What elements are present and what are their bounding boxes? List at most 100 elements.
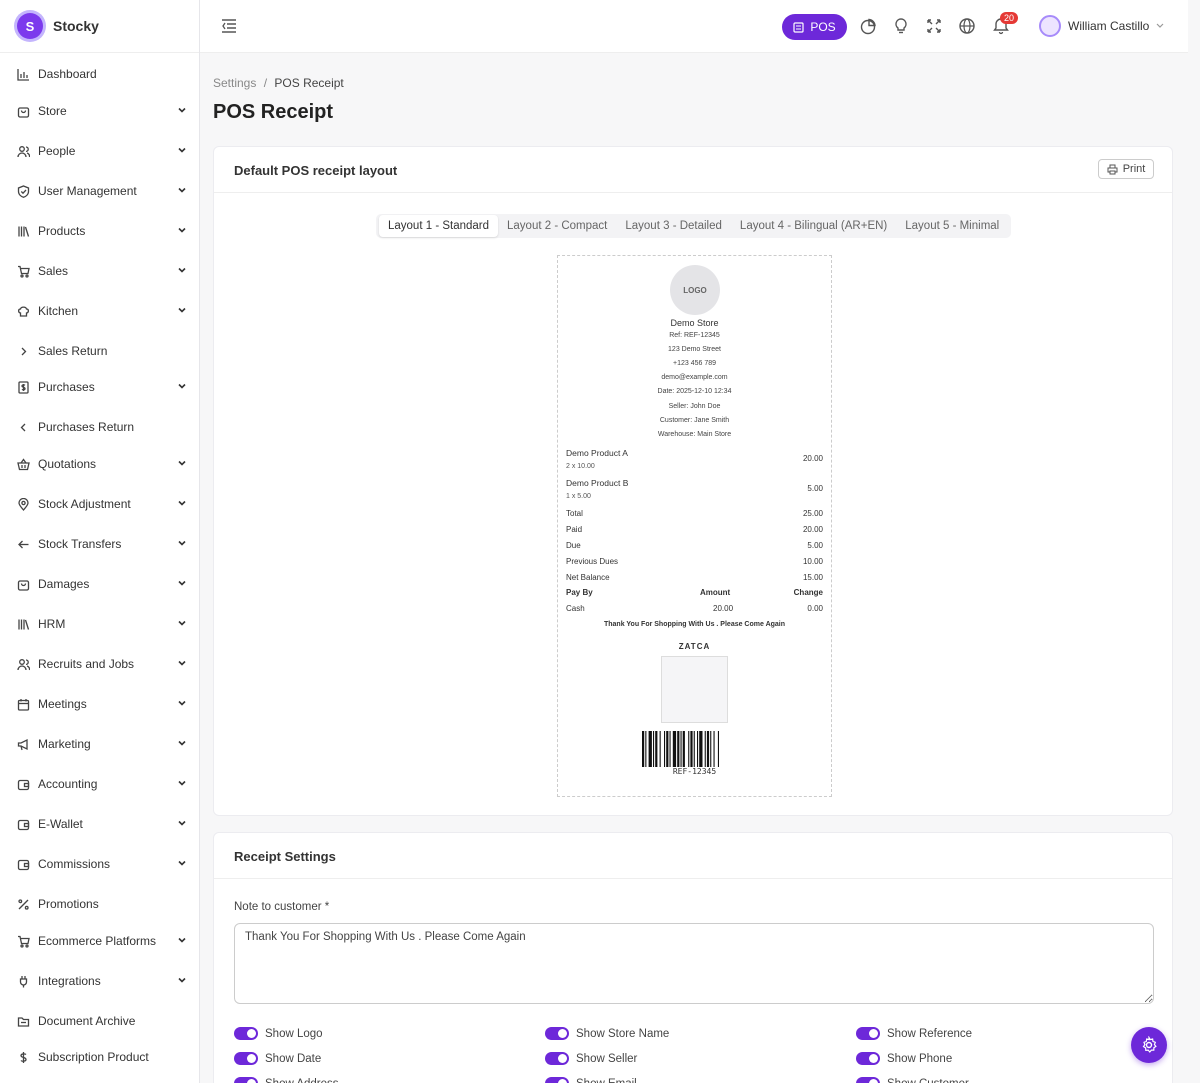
chevron-down-icon[interactable] — [176, 537, 188, 549]
chevron-down-icon[interactable] — [176, 697, 188, 709]
tab-layout-5[interactable]: Layout 5 - Minimal — [896, 215, 1008, 237]
sidebar-item-user-management[interactable]: User Management — [0, 180, 199, 202]
chevron-down-icon[interactable] — [176, 380, 188, 392]
toggle-show-address[interactable]: Show Address — [234, 1077, 339, 1083]
barcode-bar — [664, 731, 666, 767]
toggle-switch[interactable] — [234, 1027, 258, 1040]
pie-chart-icon[interactable] — [859, 17, 877, 35]
sidebar-item-purchases-return[interactable]: Purchases Return — [0, 416, 199, 438]
settings-fab[interactable] — [1131, 1027, 1167, 1063]
sidebar-item-recruits-and-jobs[interactable]: Recruits and Jobs — [0, 653, 199, 675]
chevron-down-icon[interactable] — [176, 144, 188, 156]
toggle-show-reference[interactable]: Show Reference — [856, 1027, 972, 1040]
tab-layout-2[interactable]: Layout 2 - Compact — [498, 215, 616, 237]
chevron-down-icon[interactable] — [176, 934, 188, 946]
chevron-down-icon[interactable] — [176, 264, 188, 276]
toggle-show-email[interactable]: Show Email — [545, 1077, 637, 1083]
map-pin-icon — [17, 497, 30, 511]
chevron-down-icon[interactable] — [1155, 21, 1165, 31]
sidebar-item-sales-return[interactable]: Sales Return — [0, 340, 199, 362]
scrollbar[interactable] — [1188, 0, 1200, 1083]
avatar[interactable] — [1039, 15, 1061, 37]
chevron-down-icon[interactable] — [176, 974, 188, 986]
sidebar-item-products[interactable]: Products — [0, 220, 199, 242]
receipt-total-row: Due 5.00 — [566, 541, 823, 553]
fullscreen-icon[interactable] — [925, 17, 943, 35]
lightbulb-icon[interactable] — [892, 17, 910, 35]
sidebar-item-document-archive[interactable]: Document Archive — [0, 1010, 199, 1032]
sidebar-item-people[interactable]: People — [0, 140, 199, 162]
breadcrumb-parent[interactable]: Settings — [213, 76, 256, 90]
toggle-label: Show Seller — [576, 1052, 638, 1065]
pos-button[interactable]: POS — [782, 14, 847, 40]
toggle-show-logo[interactable]: Show Logo — [234, 1027, 323, 1040]
toggle-switch[interactable] — [545, 1027, 569, 1040]
chevron-down-icon[interactable] — [176, 184, 188, 196]
users-icon — [17, 145, 30, 158]
toggle-show-date[interactable]: Show Date — [234, 1052, 321, 1065]
sidebar-item-kitchen[interactable]: Kitchen — [0, 300, 199, 322]
barcode-bar — [669, 731, 671, 767]
sidebar-item-store[interactable]: Store — [0, 100, 199, 122]
toggle-switch[interactable] — [545, 1077, 569, 1083]
amount-header: Amount — [700, 588, 731, 597]
sidebar-item-commissions[interactable]: Commissions — [0, 853, 199, 875]
change-value: 0.00 — [807, 604, 823, 613]
chevron-right-icon — [17, 345, 30, 358]
sidebar-item-dashboard[interactable]: Dashboard — [0, 63, 199, 85]
sidebar-item-sales[interactable]: Sales — [0, 260, 199, 282]
note-to-customer-input[interactable] — [234, 923, 1154, 1004]
chevron-down-icon[interactable] — [176, 777, 188, 789]
shield-icon — [17, 184, 30, 198]
chevron-down-icon[interactable] — [176, 657, 188, 669]
toggle-show-phone[interactable]: Show Phone — [856, 1052, 952, 1065]
sidebar-item-stock-transfers[interactable]: Stock Transfers — [0, 533, 199, 555]
toggle-switch[interactable] — [856, 1052, 880, 1065]
chevron-down-icon[interactable] — [176, 497, 188, 509]
toggle-switch[interactable] — [856, 1027, 880, 1040]
sidebar-item-promotions[interactable]: Promotions — [0, 893, 199, 915]
toggle-show-seller[interactable]: Show Seller — [545, 1052, 637, 1065]
sidebar-item-hrm[interactable]: HRM — [0, 613, 199, 635]
sidebar-item-accounting[interactable]: Accounting — [0, 773, 199, 795]
toggle-show-store-name[interactable]: Show Store Name — [545, 1027, 669, 1040]
toggle-switch[interactable] — [234, 1077, 258, 1083]
toggle-label: Show Email — [576, 1078, 637, 1083]
barcode-bar — [659, 731, 661, 767]
toggle-switch[interactable] — [234, 1052, 258, 1065]
chevron-down-icon[interactable] — [176, 737, 188, 749]
chevron-down-icon[interactable] — [176, 577, 188, 589]
chevron-down-icon[interactable] — [176, 617, 188, 629]
print-button[interactable]: Print — [1098, 159, 1154, 179]
tab-layout-3[interactable]: Layout 3 - Detailed — [616, 215, 731, 237]
menu-toggle-icon[interactable] — [220, 17, 238, 35]
sidebar-item-label: Products — [38, 224, 86, 238]
sidebar-item-integrations[interactable]: Integrations — [0, 970, 199, 992]
sidebar-item-ecommerce-platforms[interactable]: Ecommerce Platforms — [0, 930, 199, 952]
globe-icon[interactable] — [958, 17, 976, 35]
toggle-switch[interactable] — [856, 1077, 880, 1083]
sidebar-item-meetings[interactable]: Meetings — [0, 693, 199, 715]
sidebar-item-quotations[interactable]: Quotations — [0, 453, 199, 475]
sidebar-item-subscription-product[interactable]: Subscription Product — [0, 1046, 199, 1068]
chevron-down-icon[interactable] — [176, 224, 188, 236]
sidebar-item-marketing[interactable]: Marketing — [0, 733, 199, 755]
chevron-down-icon[interactable] — [176, 817, 188, 829]
chevron-down-icon[interactable] — [176, 304, 188, 316]
chevron-down-icon[interactable] — [176, 457, 188, 469]
plug-icon — [17, 975, 30, 988]
change-header: Change — [793, 588, 823, 597]
sidebar-item-e-wallet[interactable]: E-Wallet — [0, 813, 199, 835]
toggle-switch[interactable] — [545, 1052, 569, 1065]
chevron-down-icon[interactable] — [176, 857, 188, 869]
brand[interactable]: S Stocky — [0, 0, 199, 53]
sidebar-item-stock-adjustment[interactable]: Stock Adjustment — [0, 493, 199, 515]
sidebar-item-damages[interactable]: Damages — [0, 573, 199, 595]
tab-layout-4[interactable]: Layout 4 - Bilingual (AR+EN) — [731, 215, 896, 237]
chevron-down-icon[interactable] — [176, 104, 188, 116]
sidebar-item-purchases[interactable]: Purchases — [0, 376, 199, 398]
toggle-show-customer[interactable]: Show Customer — [856, 1077, 969, 1083]
user-name[interactable]: William Castillo — [1068, 19, 1149, 33]
tab-layout-1[interactable]: Layout 1 - Standard — [379, 215, 499, 237]
zatca-label: ZATCA — [678, 642, 711, 651]
